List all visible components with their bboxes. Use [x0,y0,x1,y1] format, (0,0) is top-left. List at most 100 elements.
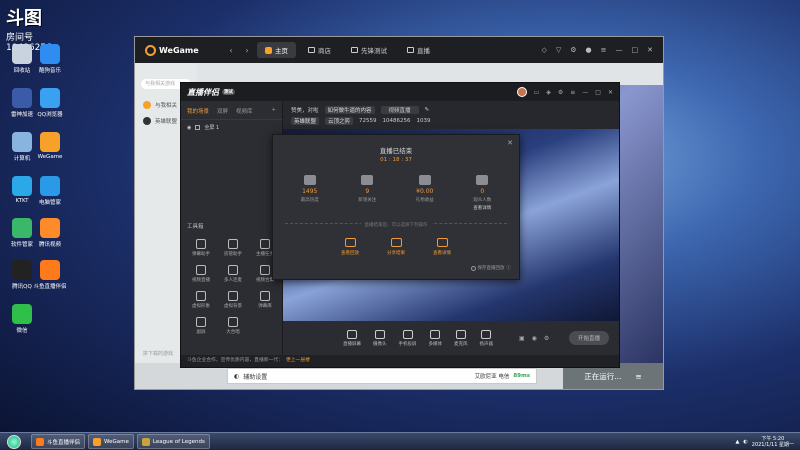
taskbar-item-lol[interactable]: League of Legends [136,434,210,449]
start-button[interactable] [0,434,28,450]
desktop-icon[interactable]: QQ浏览器 [32,88,68,118]
desktop-icon-label: 斗鱼直播伴侣 [33,284,67,290]
control-button[interactable]: 扬声器 [480,329,493,347]
app-icon [12,44,32,64]
stream-footer: 斗鱼企业合作，宣传优质内容，直播新一代： 更上一层楼 [181,355,619,367]
menu-icon[interactable]: ≡ [635,372,641,381]
settings-icon[interactable]: ⚙ [570,46,576,54]
control-button[interactable]: 摄像头 [373,329,387,347]
dialog-action-button[interactable]: 分享结果 [387,238,405,256]
sidebar-footer[interactable]: 拼下载的游戏 [143,350,173,357]
scene-label: 全屏 1 [204,125,220,131]
menu-icon[interactable]: ≡ [601,46,607,54]
live-icon [407,47,414,53]
action-icon [344,238,356,247]
action-label: 分享结果 [387,251,405,256]
add-scene-icon[interactable]: + [271,107,276,115]
eye-icon[interactable]: ◉ [532,335,537,342]
dialog-action-button[interactable]: 查看回放 [341,238,359,256]
tool-icon [196,239,206,249]
system-tray: ▲ ◐ 下午 5:20 2021/1/11 星期一 [736,436,800,448]
assist-settings[interactable]: ◐ 辅助设置 艾欧尼亚 电信 89ms [227,368,537,384]
taskbar-item-douyu[interactable]: 斗鱼直播伴侣 [31,434,86,449]
stat-icon [418,175,431,185]
tool-label: 大合唱 [226,330,240,335]
settings-icon[interactable]: ⚙ [558,89,563,96]
close-icon[interactable]: ✕ [647,46,653,54]
clock[interactable]: 下午 5:20 2021/1/11 星期一 [752,436,794,448]
menu-icon[interactable]: ≡ [570,89,575,96]
running-label: 正在运行... [584,371,622,381]
avatar[interactable] [516,87,527,97]
tab-pioneer[interactable]: 先锋测试 [343,42,395,58]
taskbar: 斗鱼直播伴侣 WeGame League of Legends ▲ ◐ 下午 5… [0,432,800,450]
tool-label: 视频直播 [192,278,210,283]
taskbar-item-wegame[interactable]: WeGame [88,434,134,449]
tool-item[interactable]: 房管助手 [217,239,249,257]
stat-details-link[interactable]: 查看详情 [459,205,505,211]
control-button[interactable]: 麦克风 [454,329,468,347]
tool-item[interactable]: 大合唱 [217,317,249,335]
tab-store[interactable]: 商店 [300,42,339,58]
save-replay-option[interactable]: 保存直播回放 ⓘ [470,265,511,271]
message-icon[interactable]: ▭ [534,89,540,96]
desktop-icon[interactable]: WeGame [32,132,68,160]
dialog-action-button[interactable]: 查看详情 [433,238,451,256]
stat-item: ¥0.00 礼物收益 [402,175,448,211]
start-live-button[interactable]: 开始直播 [568,331,609,345]
stream-title[interactable]: 如何做牛逼的内容 [324,105,375,114]
footer-link[interactable]: 更上一层楼 [286,355,310,367]
desktop-icon[interactable]: 微信 [4,304,40,334]
stat-label: 最高热度 [300,198,319,203]
maximize-icon[interactable]: □ [595,89,601,96]
lol-icon [141,437,150,446]
tool-icon [196,265,206,275]
maximize-icon[interactable]: □ [632,46,639,54]
control-button[interactable]: 手机投屏 [399,329,417,347]
tab-store-label: 商店 [318,47,331,55]
scene-item[interactable]: ◉ 全屏 1 [181,120,282,135]
tool-item[interactable]: 弹幕助手 [185,239,217,257]
eye-icon[interactable]: ◉ [187,125,191,131]
desktop-icon[interactable]: 酷狗音乐 [32,44,68,74]
close-icon[interactable]: ✕ [608,89,613,96]
shirt-icon[interactable]: ▽ [556,46,561,54]
tool-item[interactable]: 弹幕库 [249,291,281,309]
tool-item[interactable]: 副屏 [185,317,217,335]
control-button[interactable]: 直播屏幕 [343,329,361,347]
avatar[interactable]: ● [586,46,592,54]
desktop-icon[interactable]: 腾讯视频 [32,218,68,248]
tab-live[interactable]: 直播 [399,42,438,58]
edit-icon[interactable]: ✎ [425,107,430,113]
desktop-icon[interactable]: 斗鱼直播伴侣 [32,260,68,290]
record-icon[interactable]: ▣ [519,335,525,342]
tool-item[interactable]: 虚拟背景 [217,291,249,309]
tab-my-scenes[interactable]: 我的场景 [187,107,209,115]
stream-title-edit[interactable]: 视频直播 [380,105,419,114]
shield-icon[interactable]: ◇ [541,46,546,54]
lock-icon[interactable] [195,125,201,130]
tool-item[interactable]: 虚拟形象 [185,291,217,309]
settings-icon[interactable]: ⚙ [544,335,549,342]
checkbox[interactable] [470,265,476,271]
tab-dual-screen[interactable]: 双屏 [217,107,228,115]
tool-label: 副屏 [196,330,206,335]
desktop-icon[interactable]: 电脑管家 [32,176,68,206]
tab-video-library[interactable]: 视频库 [236,107,253,115]
minimize-icon[interactable]: — [616,46,623,54]
tool-item[interactable]: 多人连麦 [217,265,249,283]
tool-item[interactable]: 视频直播 [185,265,217,283]
control-icon [347,329,357,339]
tab-home[interactable]: 主页 [257,42,296,58]
desktop-icon-label: 微信 [16,328,28,334]
network-icon[interactable]: ▲ [736,439,740,445]
close-icon[interactable]: ✕ [507,139,513,147]
minimize-icon[interactable]: — [582,89,588,96]
control-button[interactable]: 多媒体 [429,329,442,347]
category-value[interactable]: 云顶之弈 [325,116,354,125]
forward-icon[interactable]: › [241,46,253,55]
back-icon[interactable]: ‹ [225,46,237,55]
category-label[interactable]: 英雄联盟 [291,116,320,125]
skin-icon[interactable]: ◈ [546,89,551,96]
volume-icon[interactable]: ◐ [743,439,747,445]
